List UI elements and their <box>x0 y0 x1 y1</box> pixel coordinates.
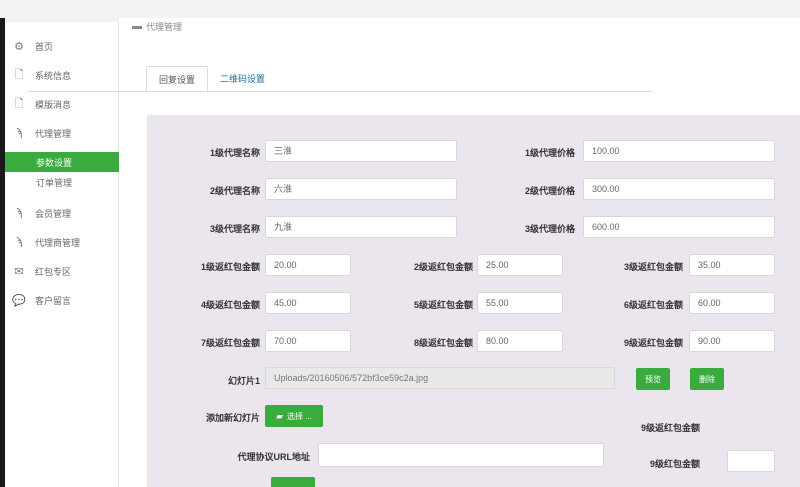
tab-reply-settings[interactable]: 回复设置 <box>146 66 209 92</box>
document-icon: 🗋 <box>14 97 24 110</box>
agent2-price-label: 2级代理价格 <box>524 186 575 196</box>
agent1-price-label: 1级代理价格 <box>524 148 575 158</box>
redpack6-input[interactable]: 60.00 <box>689 292 775 314</box>
slide1-label: 幻灯片1 <box>227 376 260 386</box>
sidebar-item-template-messages[interactable]: 🗋 模版消息 <box>5 90 119 118</box>
redpack2-input[interactable]: 25.00 <box>477 254 563 276</box>
agreement-url-label: 代理协议URL地址 <box>237 452 311 462</box>
redpack1-label: 1级返红包金额 <box>200 262 260 272</box>
redpack8-label: 8级返红包金额 <box>413 338 473 348</box>
agreement-url-input[interactable] <box>318 443 604 467</box>
sidebar-item-label: 首页 <box>35 41 54 52</box>
agent2-price-input[interactable]: 300.00 <box>583 178 775 200</box>
rss-icon: ϡ <box>15 207 23 219</box>
submit-button[interactable] <box>271 477 315 487</box>
document-icon: 🗋 <box>14 68 24 81</box>
sidebar-item-label: 模版消息 <box>35 99 72 110</box>
sidebar-item-customer-messages[interactable]: 💬 客户留言 <box>5 286 119 314</box>
redpack2-label: 2级返红包金额 <box>413 262 473 272</box>
agent3-name-input[interactable]: 九淮 <box>265 216 457 238</box>
sidebar-item-label: 代理管理 <box>35 128 72 139</box>
rss-icon: ϡ <box>15 127 23 139</box>
slide1-path-input: Uploads/20160506/572bf3ce59c2a.jpg <box>265 367 615 389</box>
agent3-price-input[interactable]: 600.00 <box>583 216 775 238</box>
folder-open-icon: ▰ <box>276 410 284 421</box>
top-bar <box>0 0 800 20</box>
mail-icon: ✉ <box>14 265 24 278</box>
redpack7-input[interactable]: 70.00 <box>265 330 351 352</box>
extra-redpack-label: 9级返红包金额 <box>640 423 700 433</box>
choose-file-button[interactable]: ▰ 选择 ... <box>265 405 323 427</box>
redpack8-input[interactable]: 80.00 <box>477 330 563 352</box>
chat-icon: 💬 <box>12 294 26 307</box>
redpack9-input[interactable]: 90.00 <box>689 330 775 352</box>
sidebar-item-label: 会员管理 <box>35 208 72 219</box>
page-title-text: 代理管理 <box>146 22 183 32</box>
sidebar-item-agent-dealer-management[interactable]: ϡ 代理商管理 <box>5 228 119 256</box>
redpack3-input[interactable]: 35.00 <box>689 254 775 276</box>
agent3-name-label: 3级代理名称 <box>209 224 260 234</box>
sidebar-subitem-order-management[interactable]: 订单管理 <box>5 172 119 192</box>
add-slide-label: 添加新幻灯片 <box>205 413 260 423</box>
redpack1-input[interactable]: 20.00 <box>265 254 351 276</box>
agent3-price-label: 3级代理价格 <box>524 224 575 234</box>
sidebar-subitem-parameter-settings[interactable]: 参数设置 <box>5 152 119 172</box>
sidebar-subitem-label: 订单管理 <box>36 177 73 188</box>
sidebar-item-member-management[interactable]: ϡ 会员管理 <box>5 199 119 227</box>
sidebar-item-label: 系统信息 <box>35 70 72 81</box>
agent1-price-input[interactable]: 100.00 <box>583 140 775 162</box>
sidebar-item-agent-management[interactable]: ϡ 代理管理 <box>5 119 119 147</box>
delete-button[interactable]: 删除 <box>690 368 724 390</box>
choose-file-label: 选择 ... <box>287 411 312 421</box>
sidebar-item-label: 代理商管理 <box>35 237 81 248</box>
header <box>119 18 800 38</box>
redpack5-label: 5级返红包金额 <box>413 300 473 310</box>
agent1-name-label: 1级代理名称 <box>209 148 260 158</box>
sidebar-item-system-info[interactable]: 🗋 系统信息 <box>5 61 119 89</box>
redpack4-label: 4级返红包金额 <box>200 300 260 310</box>
redpack3-label: 3级返红包金额 <box>623 262 683 272</box>
preview-button[interactable]: 预览 <box>636 368 670 390</box>
tab-bar: 回复设置 二维码设置 <box>146 66 277 92</box>
extra-redpack-amount-input[interactable] <box>727 450 775 472</box>
redpack5-input[interactable]: 55.00 <box>477 292 563 314</box>
extra-redpack-amount-label: 9级红包金额 <box>649 459 700 469</box>
sidebar-subitem-label: 参数设置 <box>36 157 73 168</box>
cogs-icon: ⚙ <box>14 40 24 53</box>
menu-bar-icon <box>132 26 142 30</box>
agent2-name-label: 2级代理名称 <box>209 186 260 196</box>
tab-qrcode-settings[interactable]: 二维码设置 <box>208 66 277 92</box>
sidebar-item-label: 客户留言 <box>35 295 72 306</box>
redpack6-label: 6级返红包金额 <box>623 300 683 310</box>
redpack7-label: 7级返红包金额 <box>200 338 260 348</box>
agent1-name-input[interactable]: 三淮 <box>265 140 457 162</box>
redpack4-input[interactable]: 45.00 <box>265 292 351 314</box>
agent2-name-input[interactable]: 六淮 <box>265 178 457 200</box>
sidebar-item-home[interactable]: ⚙ 首页 <box>5 32 119 60</box>
page-title: 代理管理 <box>132 20 182 33</box>
sidebar-item-label: 红包专区 <box>35 266 72 277</box>
rss-icon: ϡ <box>15 236 23 248</box>
redpack9-label: 9级返红包金额 <box>623 338 683 348</box>
tab-divider <box>27 91 652 92</box>
sidebar-item-redpack-zone[interactable]: ✉ 红包专区 <box>5 257 119 285</box>
